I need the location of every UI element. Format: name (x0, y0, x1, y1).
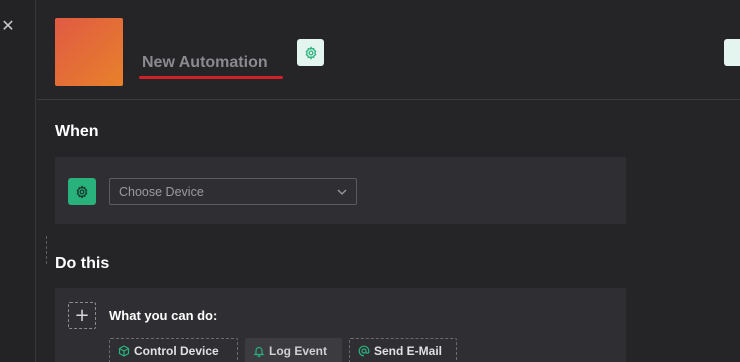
do-this-title: Do this (55, 255, 110, 272)
choose-device-select[interactable]: Choose Device (109, 178, 357, 205)
when-card: Choose Device (55, 157, 626, 224)
when-title: When (55, 123, 99, 140)
cube-icon (118, 345, 130, 357)
send-email-button[interactable]: Send E-Mail (349, 338, 457, 362)
left-rail: ✕ (0, 0, 36, 362)
add-action-button[interactable]: + (68, 302, 96, 329)
close-icon[interactable]: ✕ (0, 16, 16, 35)
log-event-button[interactable]: Log Event (245, 338, 342, 362)
automation-name-input[interactable] (142, 48, 282, 78)
automation-icon[interactable] (55, 18, 123, 86)
actions-prompt: What you can do: (109, 308, 218, 323)
action-label: Control Device (134, 344, 219, 358)
action-label: Send E-Mail (374, 344, 443, 358)
gear-icon (76, 184, 88, 199)
plus-icon: + (74, 305, 90, 326)
gear-icon (305, 45, 316, 60)
device-select-placeholder: Choose Device (119, 184, 204, 199)
validation-underline (139, 76, 283, 79)
do-this-card: + What you can do: Control Device Log Ev… (55, 288, 626, 362)
settings-button[interactable] (297, 39, 324, 66)
flow-connector (46, 236, 47, 264)
bell-icon (253, 346, 265, 357)
header-action-button[interactable] (724, 39, 740, 66)
action-label: Log Event (269, 344, 328, 358)
control-device-button[interactable]: Control Device (109, 338, 238, 362)
trigger-settings-button[interactable] (68, 178, 96, 205)
at-sign-icon (358, 345, 370, 357)
chevron-down-icon (337, 189, 347, 195)
automation-header (37, 0, 740, 100)
